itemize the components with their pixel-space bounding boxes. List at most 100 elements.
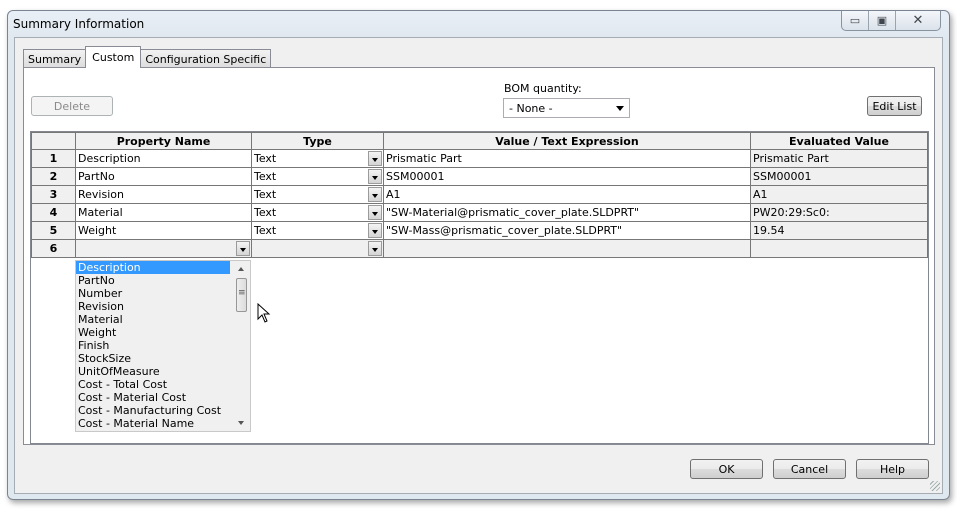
type-cell[interactable]: Text bbox=[252, 186, 384, 204]
property-name-cell[interactable]: PartNo bbox=[76, 168, 252, 186]
property-name-dropdown-list[interactable]: Description PartNo Number Revision Mater… bbox=[75, 260, 251, 432]
cancel-button[interactable]: Cancel bbox=[773, 459, 846, 479]
title-bar[interactable]: Summary Information ▭ ▣ ✕ bbox=[8, 11, 949, 37]
property-name-combo[interactable] bbox=[76, 240, 252, 258]
property-name-cell[interactable]: Revision bbox=[76, 186, 252, 204]
list-item[interactable]: Cost - Manufacturing Cost bbox=[76, 404, 230, 417]
type-cell[interactable]: Text bbox=[252, 222, 384, 240]
column-header-evaluated-value[interactable]: Evaluated Value bbox=[751, 133, 928, 150]
resize-grip-icon[interactable] bbox=[930, 481, 940, 491]
help-button[interactable]: Help bbox=[856, 459, 929, 479]
property-name-text: PartNo bbox=[78, 168, 249, 185]
type-dropdown-button[interactable] bbox=[368, 187, 382, 202]
bom-quantity-label: BOM quantity: bbox=[504, 82, 582, 95]
list-item[interactable]: StockSize bbox=[76, 352, 230, 365]
evaluated-text bbox=[753, 240, 925, 257]
chevron-down-icon bbox=[616, 106, 624, 111]
type-cell[interactable]: Text bbox=[252, 168, 384, 186]
property-name-text: Material bbox=[78, 204, 249, 221]
type-text: Text bbox=[254, 152, 276, 165]
type-text: Text bbox=[254, 206, 276, 219]
value-text: A1 bbox=[386, 186, 748, 203]
scrollbar-thumb[interactable] bbox=[236, 278, 247, 312]
tab-summary[interactable]: Summary bbox=[23, 49, 86, 68]
list-item[interactable]: Revision bbox=[76, 300, 230, 313]
column-header-property-name[interactable]: Property Name bbox=[76, 133, 252, 150]
property-name-cell[interactable]: Weight bbox=[76, 222, 252, 240]
row-number[interactable]: 3 bbox=[32, 186, 76, 204]
maximize-icon: ▣ bbox=[877, 14, 887, 27]
value-cell[interactable] bbox=[384, 240, 751, 258]
column-header-type[interactable]: Type bbox=[252, 133, 384, 150]
value-text: "SW-Mass@prismatic_cover_plate.SLDPRT" bbox=[386, 222, 748, 239]
dialog-client-area: Summary Custom Configuration Specific De… bbox=[14, 37, 943, 494]
maximize-button[interactable]: ▣ bbox=[869, 11, 896, 30]
type-dropdown-button[interactable] bbox=[368, 151, 382, 166]
property-name-dropdown-button[interactable] bbox=[236, 241, 250, 256]
type-dropdown-button[interactable] bbox=[368, 205, 382, 220]
type-dropdown-button[interactable] bbox=[368, 241, 382, 256]
value-cell[interactable]: "SW-Material@prismatic_cover_plate.SLDPR… bbox=[384, 204, 751, 222]
custom-tab-panel: Delete BOM quantity: - None - Edit List … bbox=[23, 67, 935, 445]
minimize-button[interactable]: ▭ bbox=[842, 11, 869, 30]
properties-grid: Property Name Type Value / Text Expressi… bbox=[30, 131, 929, 444]
table-row: 4 Material Text "SW-Material@prismatic_c… bbox=[32, 204, 928, 222]
column-header-rownum bbox=[32, 133, 76, 150]
evaluated-text: 19.54 bbox=[753, 222, 925, 239]
value-cell[interactable]: Prismatic Part bbox=[384, 150, 751, 168]
delete-button[interactable]: Delete bbox=[31, 96, 113, 116]
scroll-down-icon[interactable] bbox=[238, 421, 244, 425]
type-text: Text bbox=[254, 188, 276, 201]
table-row: 3 Revision Text A1 A1 bbox=[32, 186, 928, 204]
value-text: Prismatic Part bbox=[386, 150, 748, 167]
evaluated-text: PW20:29:Sc0: bbox=[753, 204, 925, 221]
evaluated-value-cell: PW20:29:Sc0: bbox=[751, 204, 928, 222]
list-item[interactable]: Cost - Material Name bbox=[76, 417, 230, 430]
row-number[interactable]: 4 bbox=[32, 204, 76, 222]
evaluated-text: A1 bbox=[753, 186, 925, 203]
value-cell[interactable]: A1 bbox=[384, 186, 751, 204]
scroll-up-icon[interactable] bbox=[238, 267, 244, 271]
list-item[interactable]: Finish bbox=[76, 339, 230, 352]
evaluated-value-cell: Prismatic Part bbox=[751, 150, 928, 168]
type-text: Text bbox=[254, 170, 276, 183]
property-name-text: Revision bbox=[78, 186, 249, 203]
value-cell[interactable]: "SW-Mass@prismatic_cover_plate.SLDPRT" bbox=[384, 222, 751, 240]
column-header-value[interactable]: Value / Text Expression bbox=[384, 133, 751, 150]
tab-configuration-specific[interactable]: Configuration Specific bbox=[140, 49, 271, 68]
list-item[interactable]: UnitOfMeasure bbox=[76, 365, 230, 378]
mouse-cursor-icon bbox=[257, 303, 271, 325]
list-item[interactable]: Number bbox=[76, 287, 230, 300]
ok-button[interactable]: OK bbox=[690, 459, 763, 479]
list-item[interactable]: Cost - Total Cost bbox=[76, 378, 230, 391]
value-cell[interactable]: SSM00001 bbox=[384, 168, 751, 186]
row-number[interactable]: 6 bbox=[32, 240, 76, 258]
row-number[interactable]: 5 bbox=[32, 222, 76, 240]
row-number[interactable]: 2 bbox=[32, 168, 76, 186]
property-name-cell[interactable]: Material bbox=[76, 204, 252, 222]
list-item[interactable]: Weight bbox=[76, 326, 230, 339]
list-item[interactable]: Material bbox=[76, 313, 230, 326]
properties-table: Property Name Type Value / Text Expressi… bbox=[31, 132, 928, 258]
row-number[interactable]: 1 bbox=[32, 150, 76, 168]
type-text: Text bbox=[254, 224, 276, 237]
tab-strip: Summary Custom Configuration Specific bbox=[23, 47, 270, 68]
value-text: "SW-Material@prismatic_cover_plate.SLDPR… bbox=[386, 204, 748, 221]
tab-custom[interactable]: Custom bbox=[85, 46, 141, 68]
window-title: Summary Information bbox=[13, 17, 144, 31]
type-cell[interactable]: Text bbox=[252, 204, 384, 222]
bom-quantity-select[interactable]: - None - bbox=[503, 98, 630, 118]
type-cell[interactable]: Text bbox=[252, 150, 384, 168]
type-dropdown-button[interactable] bbox=[368, 223, 382, 238]
type-cell[interactable] bbox=[252, 240, 384, 258]
type-dropdown-button[interactable] bbox=[368, 169, 382, 184]
list-item[interactable]: Cost - Material Cost bbox=[76, 391, 230, 404]
list-item[interactable]: Description bbox=[76, 261, 230, 274]
list-item[interactable]: PartNo bbox=[76, 274, 230, 287]
close-button[interactable]: ✕ bbox=[896, 11, 940, 30]
dropdown-scrollbar[interactable] bbox=[234, 261, 250, 431]
edit-list-button[interactable]: Edit List bbox=[867, 96, 922, 116]
caption-buttons: ▭ ▣ ✕ bbox=[841, 11, 941, 31]
header-row: Property Name Type Value / Text Expressi… bbox=[32, 133, 928, 150]
property-name-cell[interactable]: Description bbox=[76, 150, 252, 168]
